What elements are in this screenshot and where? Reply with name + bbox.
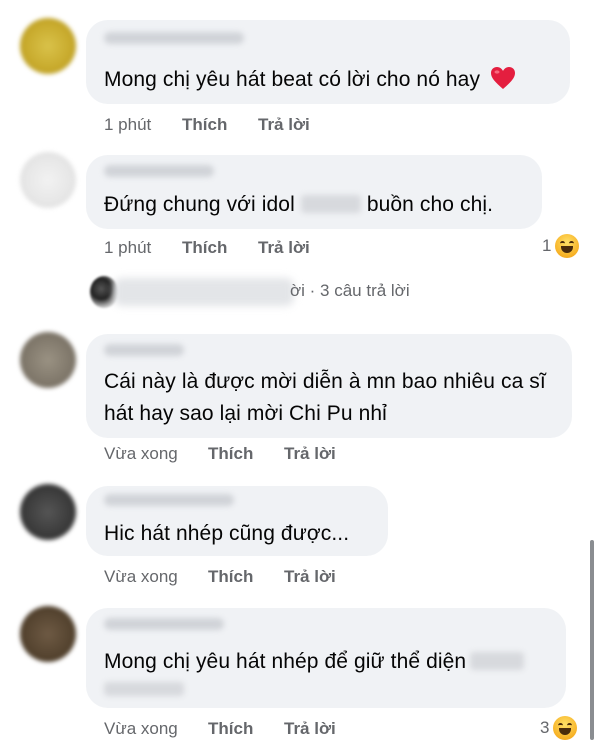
reply-author-blurred xyxy=(114,278,294,306)
reply-button[interactable]: Trả lời xyxy=(258,115,310,135)
like-button[interactable]: Thích xyxy=(182,115,258,135)
comment-time[interactable]: 1 phút xyxy=(104,238,182,258)
haha-reaction-icon xyxy=(553,716,578,740)
comment-bubble: Mong chị yêu hát beat có lời cho nó hay xyxy=(86,20,570,104)
comment-text: Hic hát nhép cũng được... xyxy=(104,522,350,545)
comment-time[interactable]: Vừa xong xyxy=(104,567,208,587)
comment-text: Cái này là được mời diễn à mn bao nhiêu … xyxy=(104,370,546,425)
commenter-name[interactable] xyxy=(104,618,224,630)
comment-text: Mong chị yêu hát nhép để giữ thể diện xyxy=(104,646,548,678)
commenter-avatar[interactable] xyxy=(20,18,76,74)
commenter-avatar[interactable] xyxy=(20,606,76,662)
reaction-summary[interactable]: 3 xyxy=(540,716,578,740)
censored-name xyxy=(300,195,361,213)
comment-time[interactable]: 1 phút xyxy=(104,115,182,135)
comment-actions: Vừa xong Thích Trả lời xyxy=(104,567,336,587)
reply-button[interactable]: Trả lời xyxy=(258,238,310,258)
commenter-name[interactable] xyxy=(104,165,214,177)
reply-button[interactable]: Trả lời xyxy=(284,719,336,739)
censored-text xyxy=(470,652,525,670)
view-replies-link[interactable]: ời · 3 câu trả lời xyxy=(84,274,444,310)
censored-text-line2 xyxy=(104,682,184,696)
like-button[interactable]: Thích xyxy=(208,444,284,464)
comment-time[interactable]: Vừa xong xyxy=(104,719,208,739)
comment-bubble: Hic hát nhép cũng được... xyxy=(86,486,388,556)
reply-button[interactable]: Trả lời xyxy=(284,444,336,464)
comment-actions: 1 phút Thích Trả lời xyxy=(104,115,310,135)
commenter-avatar[interactable] xyxy=(20,152,76,208)
commenter-name[interactable] xyxy=(104,494,234,506)
haha-reaction-icon xyxy=(555,234,580,258)
reaction-count: 1 xyxy=(542,236,552,255)
comment-time[interactable]: Vừa xong xyxy=(104,444,208,464)
comment-text: Đứng chung với idol buồn cho chị. xyxy=(104,193,494,216)
comment-text: Mong chị yêu hát beat có lời cho nó hay xyxy=(104,64,552,100)
replies-count[interactable]: ời · 3 câu trả lời xyxy=(290,281,410,301)
reaction-count: 3 xyxy=(540,718,550,737)
like-button[interactable]: Thích xyxy=(182,238,258,258)
comment-actions: Vừa xong Thích Trả lời xyxy=(104,719,336,739)
scrollbar[interactable] xyxy=(590,540,594,740)
reply-button[interactable]: Trả lời xyxy=(284,567,336,587)
like-button[interactable]: Thích xyxy=(208,567,284,587)
comment-actions: 1 phút Thích Trả lời xyxy=(104,238,310,258)
comment-bubble: Mong chị yêu hát nhép để giữ thể diện xyxy=(86,608,566,708)
commenter-avatar[interactable] xyxy=(20,332,76,388)
commenter-name[interactable] xyxy=(104,344,184,356)
heart-emoji-icon xyxy=(490,66,516,100)
commenter-avatar[interactable] xyxy=(20,484,76,540)
commenter-name[interactable] xyxy=(104,32,244,44)
reaction-summary[interactable]: 1 xyxy=(542,234,580,258)
comment-bubble: Đứng chung với idol buồn cho chị. xyxy=(86,155,542,229)
comment-actions: Vừa xong Thích Trả lời xyxy=(104,444,336,464)
comment-bubble: Cái này là được mời diễn à mn bao nhiêu … xyxy=(86,334,572,438)
like-button[interactable]: Thích xyxy=(208,719,284,739)
